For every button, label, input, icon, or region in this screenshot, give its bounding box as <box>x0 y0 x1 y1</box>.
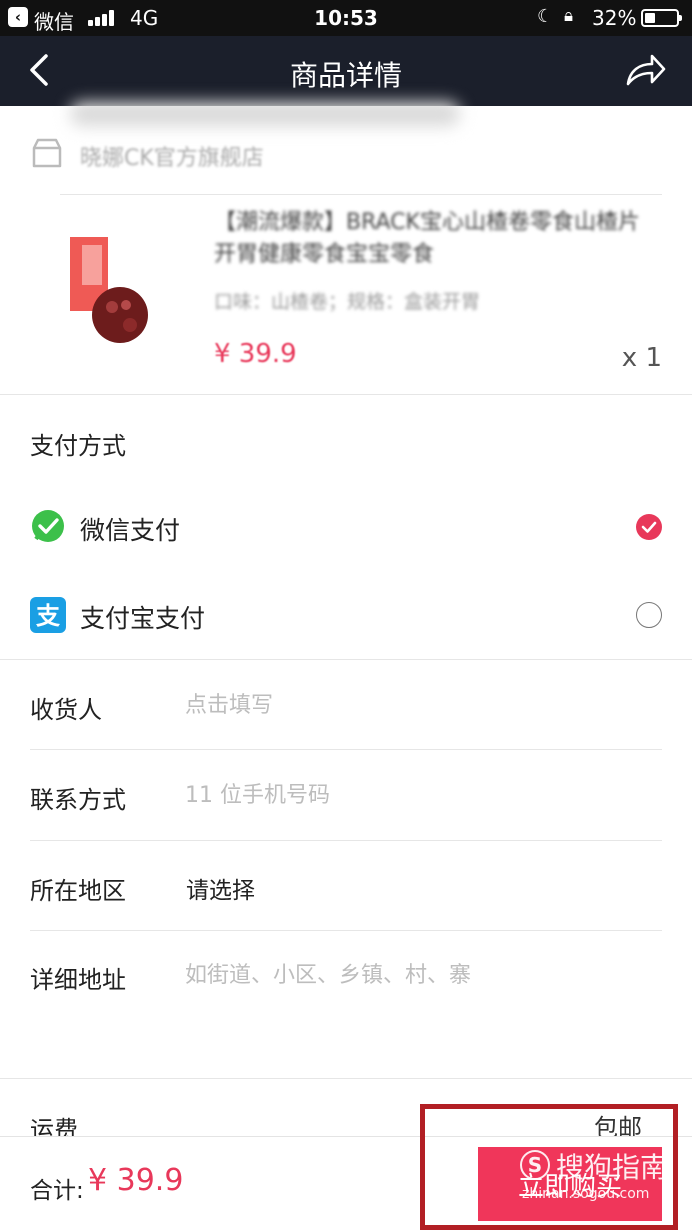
do-not-disturb-icon: ☾ <box>537 6 554 27</box>
freight-row: 运费 包邮 <box>0 1080 692 1144</box>
payment-option-label: 微信支付 <box>80 516 181 545</box>
payment-option-wechat[interactable]: 微信支付 <box>0 483 692 571</box>
alipay-icon: 支 <box>30 597 66 633</box>
clock: 10:53 <box>314 6 378 30</box>
recipient-input[interactable] <box>185 686 655 724</box>
svg-text:支: 支 <box>36 602 61 630</box>
phone-input[interactable] <box>185 776 655 814</box>
region-label: 所在地区 <box>30 877 126 905</box>
divider <box>0 394 692 395</box>
product-price: ¥ 39.9 <box>214 339 297 369</box>
address-input[interactable] <box>185 956 655 994</box>
region-row[interactable]: 所在地区 请选择 <box>0 841 692 931</box>
checkout-bar: 合计: ¥ 39.9 立即购买 <box>0 1136 692 1230</box>
radio-unchecked-icon[interactable] <box>636 602 662 628</box>
divider <box>0 1078 692 1079</box>
contact-label: 联系方式 <box>30 786 126 814</box>
redaction-blur <box>70 102 460 126</box>
rotation-lock-icon: 🔒︎ <box>564 6 574 26</box>
payment-section-title: 支付方式 <box>30 432 126 460</box>
recipient-label: 收货人 <box>30 696 102 724</box>
contact-row: 联系方式 <box>0 750 692 840</box>
product-quantity: x 1 <box>621 343 662 373</box>
product-card[interactable]: 【潮流爆款】BRACK宝心山楂卷零食山楂片开胃健康零食宝宝零食 口味：山楂卷；规… <box>0 195 692 395</box>
status-bar: ‹ 微信 4G 10:53 ☾ 🔒︎ 32% <box>0 0 692 36</box>
product-name: 【潮流爆款】BRACK宝心山楂卷零食山楂片开胃健康零食宝宝零食 <box>214 210 640 267</box>
radio-checked-icon[interactable] <box>636 514 662 540</box>
total-label: 合计: <box>30 1178 84 1204</box>
store-name[interactable]: 晓娜CK官方旗舰店 <box>80 140 264 172</box>
store-icon <box>30 136 64 170</box>
product-thumbnail[interactable] <box>60 235 160 345</box>
wechat-pay-icon <box>30 509 66 545</box>
battery-icon <box>641 9 682 27</box>
store-row[interactable]: 晓娜CK官方旗舰店 <box>0 102 692 194</box>
buy-now-button[interactable]: 立即购买 <box>478 1147 662 1221</box>
page-title: 商品详情 <box>289 59 402 92</box>
navigation-bar: 商品详情 <box>0 36 692 106</box>
region-select[interactable]: 请选择 <box>186 871 255 905</box>
product-spec: 口味：山楂卷；规格：盒装开胃 <box>214 291 481 313</box>
address-row: 详细地址 <box>0 930 692 1020</box>
recipient-row: 收货人 <box>0 660 692 750</box>
payment-option-alipay[interactable]: 支 支付宝支付 <box>0 571 692 659</box>
share-arrow-icon[interactable] <box>624 52 668 90</box>
battery-percentage: 32% <box>592 6 637 30</box>
total-price: ¥ 39.9 <box>88 1163 184 1198</box>
payment-option-label: 支付宝支付 <box>80 604 206 633</box>
address-label: 详细地址 <box>30 966 126 994</box>
